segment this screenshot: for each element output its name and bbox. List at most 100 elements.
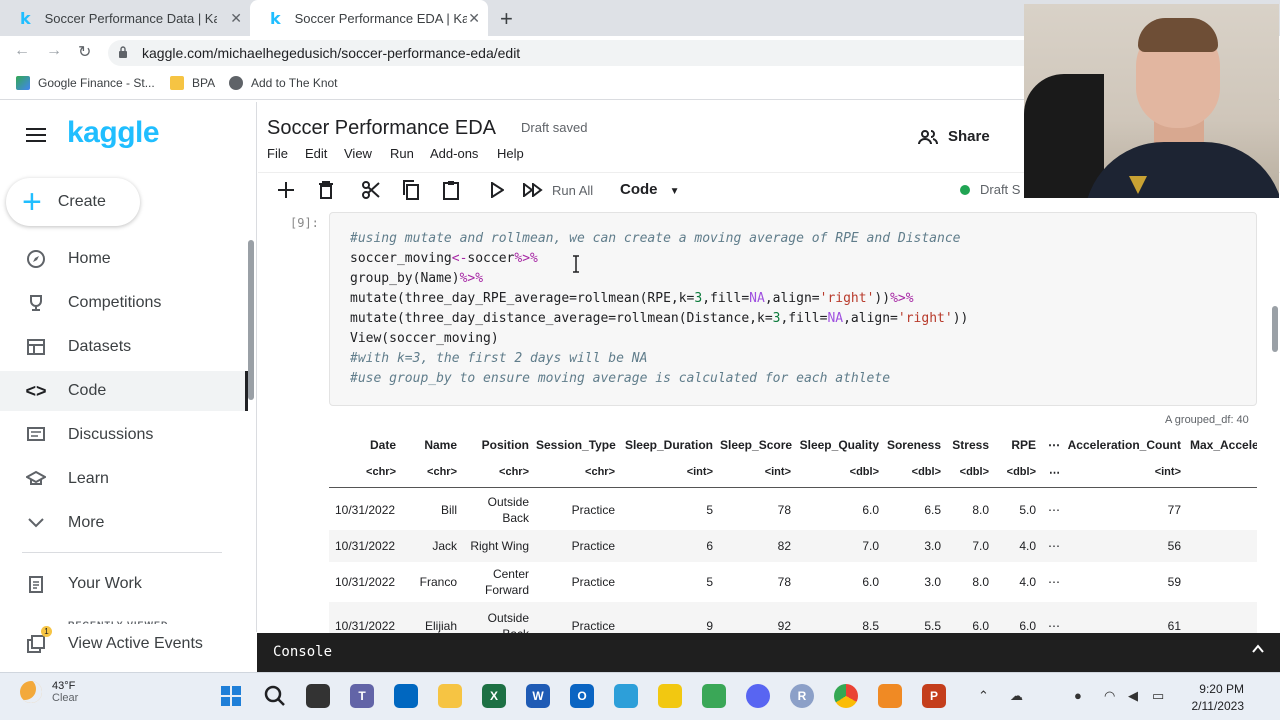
comment-icon — [24, 423, 48, 447]
menu-run[interactable]: Run — [390, 146, 414, 161]
chrome-icon[interactable] — [834, 684, 858, 708]
table-cell: 6.0 — [862, 503, 879, 517]
browser-tab-data[interactable]: k Soccer Performance Data | Kaggle ✕ — [0, 0, 250, 36]
search-icon[interactable] — [263, 684, 287, 708]
power-bi-icon[interactable] — [658, 684, 682, 708]
session-status[interactable]: Draft S — [960, 182, 1020, 197]
menu-view[interactable]: View — [344, 146, 372, 161]
battery-icon[interactable]: ▭ — [1152, 688, 1164, 704]
menu-help[interactable]: Help — [497, 146, 524, 161]
excel-icon[interactable]: X — [482, 684, 506, 708]
file-explorer-icon[interactable] — [438, 684, 462, 708]
table-cell: 10/31/2022 — [335, 575, 396, 589]
table-cell: Center Forward — [484, 567, 529, 597]
run-all-button[interactable]: Run All — [552, 183, 593, 198]
column-header: ⋯ — [1048, 438, 1060, 452]
compass-icon — [24, 247, 48, 271]
sidebar-item-learn[interactable]: Learn — [0, 459, 248, 499]
table-cell: Outside Back — [487, 495, 529, 525]
bookmark-google-finance[interactable]: Google Finance - St... — [16, 76, 155, 90]
copy-icon[interactable] — [399, 178, 423, 202]
close-icon[interactable]: ✕ — [230, 10, 242, 27]
chevron-up-icon[interactable] — [1252, 643, 1264, 655]
trash-icon[interactable] — [314, 178, 338, 202]
menu-file[interactable]: File — [267, 146, 288, 161]
table-cell: 82 — [777, 539, 791, 553]
main-scrollbar[interactable] — [1272, 306, 1278, 352]
discord-icon[interactable] — [746, 684, 770, 708]
task-view-icon[interactable] — [306, 684, 330, 708]
menu-add-ons[interactable]: Add-ons — [430, 146, 478, 161]
edge-icon[interactable] — [702, 684, 726, 708]
table-cell: ⋯ — [1048, 539, 1060, 553]
microphone-icon[interactable]: ● — [1074, 688, 1082, 703]
chevron-up-tray-icon[interactable]: ⌃ — [978, 688, 989, 704]
menu-edit[interactable]: Edit — [305, 146, 327, 161]
forward-arrow-icon[interactable]: → — [46, 42, 62, 60]
weather-widget[interactable]: 43°F Clear — [20, 680, 78, 704]
taskbar-clock[interactable]: 9:20 PM 2/11/2023 — [1186, 681, 1245, 715]
sidebar-item-discussions[interactable]: Discussions — [0, 415, 248, 455]
create-button[interactable]: + Create — [6, 178, 140, 226]
word-icon[interactable]: W — [526, 684, 550, 708]
sidebar-item-competitions[interactable]: Competitions — [0, 283, 248, 323]
column-type: <dbl> — [911, 466, 941, 478]
column-header: Position — [481, 438, 529, 452]
powerpoint-icon[interactable]: P — [922, 684, 946, 708]
sidebar-item-more[interactable]: More — [0, 503, 248, 543]
bookmark-the-knot[interactable]: Add to The Knot — [229, 76, 338, 90]
snip-icon[interactable] — [614, 684, 638, 708]
sidebar-item-your-work[interactable]: Your Work — [0, 564, 248, 604]
new-tab-button[interactable]: + — [500, 6, 513, 32]
close-icon[interactable]: ✕ — [468, 10, 480, 27]
cell-type-select[interactable]: Code ▼ — [620, 181, 680, 198]
outlook-icon[interactable]: O — [570, 684, 594, 708]
table-cell: 6.0 — [862, 575, 879, 589]
kaggle-logo[interactable]: kaggle — [67, 116, 160, 150]
wifi-icon[interactable]: ◠ — [1104, 688, 1115, 704]
back-arrow-icon[interactable]: ← — [14, 42, 30, 60]
column-header: Name — [424, 438, 457, 452]
r-icon[interactable]: R — [790, 684, 814, 708]
bookmark-label: Add to The Knot — [251, 76, 338, 90]
browser-tab-eda[interactable]: k Soccer Performance EDA | Kaggle ✕ — [250, 0, 488, 36]
sidebar-item-home[interactable]: Home — [0, 239, 248, 279]
column-header: Soreness — [886, 438, 941, 452]
share-button[interactable]: Share — [918, 128, 990, 145]
sidebar-scrollbar[interactable] — [248, 240, 254, 400]
code-line: #using mutate and rollmean, we can creat… — [350, 231, 961, 246]
table-cell: 7.0 — [972, 539, 989, 553]
code-line: View(soccer_moving) — [350, 331, 499, 346]
table-cell: 4.0 — [1019, 575, 1036, 589]
bookmark-bpa[interactable]: BPA — [170, 76, 215, 90]
run-all-icon[interactable] — [521, 178, 545, 202]
sidebar-item-datasets[interactable]: Datasets — [0, 327, 248, 367]
media-icon[interactable] — [878, 684, 902, 708]
store-icon[interactable] — [394, 684, 418, 708]
table-cell: Right Wing — [470, 539, 529, 553]
add-cell-icon[interactable] — [274, 178, 298, 202]
teams-icon[interactable]: T — [350, 684, 374, 708]
run-cell-icon[interactable] — [485, 178, 509, 202]
folder-icon — [170, 76, 184, 90]
notebook-title[interactable]: Soccer Performance EDA — [267, 117, 496, 140]
cloud-icon[interactable]: ☁ — [1010, 688, 1023, 704]
paste-icon[interactable] — [439, 178, 463, 202]
table-cell: ⋯ — [1048, 503, 1060, 517]
reload-icon[interactable]: ↻ — [78, 42, 91, 62]
bookmark-label: Google Finance - St... — [38, 76, 155, 90]
table-cell: 61 — [1167, 619, 1181, 633]
code-line: #with k=3, the first 2 days will be NA — [350, 351, 648, 366]
console-panel[interactable]: Console — [257, 633, 1280, 672]
webcam-overlay — [1024, 4, 1279, 198]
hamburger-menu-icon[interactable] — [26, 128, 46, 142]
clock-date: 2/11/2023 — [1191, 699, 1245, 713]
scissors-icon[interactable] — [359, 178, 383, 202]
column-type: <int> — [686, 466, 713, 478]
sidebar-item-label: Code — [68, 382, 107, 399]
windows-start-icon[interactable] — [219, 684, 243, 708]
sidebar-item-code[interactable]: <> Code — [0, 371, 248, 411]
volume-icon[interactable]: ◀ — [1128, 688, 1138, 704]
bookmark-label: BPA — [192, 76, 216, 90]
sidebar-item-active-events[interactable]: 1 View Active Events — [0, 624, 248, 664]
